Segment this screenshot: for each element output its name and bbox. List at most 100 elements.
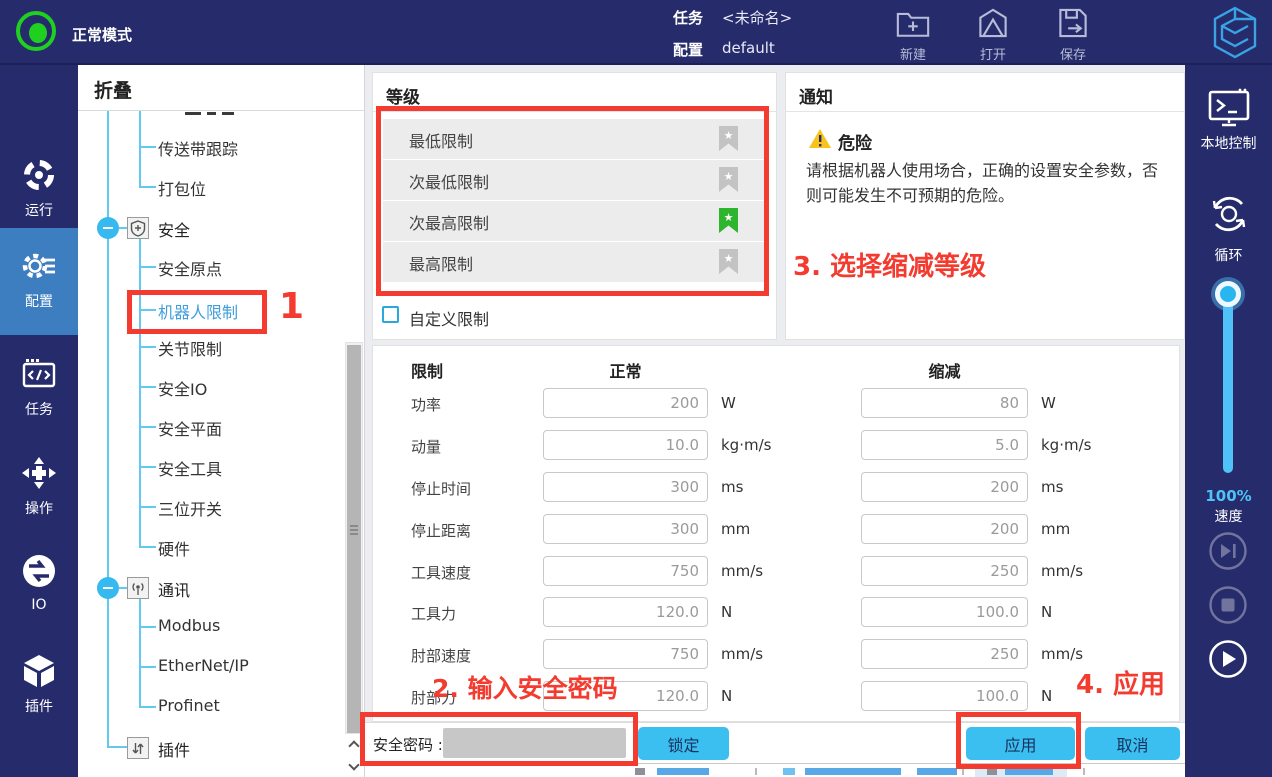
custom-limit-checkbox[interactable] [382, 306, 399, 323]
local-control-icon[interactable] [1207, 87, 1251, 133]
tree-item-three-position-switch[interactable]: 三位开关 [158, 496, 222, 520]
divider [78, 110, 365, 111]
power-reduced-input[interactable] [861, 388, 1028, 418]
level-option-second-lowest[interactable]: 次最低限制 ★ [383, 160, 766, 200]
bottom-action-bar: 安全密码 : 锁定 应用 取消 [365, 722, 1185, 763]
nav-item-task[interactable]: 任务 [0, 356, 78, 419]
col-header-normal: 正常 [543, 358, 708, 382]
bookmark-star-icon: ★ [719, 167, 738, 192]
bookmark-star-icon: ★ [719, 126, 738, 151]
tree-connector [107, 111, 109, 748]
warning-title: 危险 [838, 129, 872, 154]
cancel-button[interactable]: 取消 [1085, 727, 1180, 760]
open-button[interactable]: 打开 [961, 6, 1025, 63]
nav-item-config[interactable]: 配置 [0, 248, 78, 311]
tree-item-plugin[interactable]: 插件 [158, 737, 190, 761]
safety-password-input[interactable] [443, 728, 626, 758]
top-bar: 正常模式 任务 <未命名> 配置 default 新建 打开 保存 [0, 0, 1272, 65]
left-nav: 运行 配置 任务 操作 IO [0, 65, 78, 777]
new-button[interactable]: 新建 [881, 6, 945, 63]
tree-item-safety-tool[interactable]: 安全工具 [158, 456, 222, 480]
nav-item-io[interactable]: IO [0, 552, 78, 613]
status-strip [365, 763, 1185, 777]
tree-item-safety[interactable]: 安全 [158, 217, 190, 241]
tree-item-joint-limits[interactable]: 关节限制 [158, 336, 222, 360]
clipped-tree-item [185, 112, 201, 115]
lock-button[interactable]: 锁定 [638, 727, 729, 760]
tree-item-safety-home[interactable]: 安全原点 [158, 256, 222, 280]
tree-item-hardware[interactable]: 硬件 [158, 536, 190, 560]
power-normal-input[interactable] [543, 388, 708, 418]
tool-force-normal-input[interactable] [543, 597, 708, 627]
annotation-step2: 2. 输入安全密码 [432, 669, 618, 705]
tree-connector [139, 599, 141, 708]
password-label: 安全密码 : [373, 734, 443, 755]
tool-force-reduced-input[interactable] [861, 597, 1028, 627]
cube-icon [20, 674, 58, 693]
stop-time-reduced-input[interactable] [861, 472, 1028, 502]
level-option-second-highest[interactable]: 次最高限制 ★ [383, 201, 766, 241]
task-value: <未命名> [722, 7, 792, 28]
tree-item-modbus[interactable]: Modbus [158, 616, 220, 635]
tool-speed-normal-input[interactable] [543, 556, 708, 586]
brand-logo-icon [1210, 5, 1260, 64]
tree-item-conveyor-tracking[interactable]: 传送带跟踪 [158, 136, 238, 160]
col-header-limit: 限制 [411, 358, 443, 382]
momentum-reduced-input[interactable] [861, 430, 1028, 460]
nav-item-operate[interactable]: 操作 [0, 455, 78, 518]
status-fragment [805, 768, 901, 775]
save-button[interactable]: 保存 [1041, 6, 1105, 63]
app-window: 正常模式 任务 <未命名> 配置 default 新建 打开 保存 [0, 0, 1272, 777]
mode-label: 正常模式 [72, 24, 132, 45]
status-fragment [635, 768, 645, 775]
tree-item-communication[interactable]: 通讯 [158, 577, 190, 601]
scroll-up-button[interactable] [348, 739, 361, 752]
apply-button[interactable]: 应用 [966, 727, 1075, 760]
tool-speed-reduced-input[interactable] [861, 556, 1028, 586]
tree-collapse-toggle-safety[interactable] [97, 217, 119, 239]
speed-slider-track[interactable] [1223, 290, 1233, 473]
code-screen-icon [20, 377, 58, 396]
tree-item-ethernet-ip[interactable]: EtherNet/IP [158, 656, 249, 675]
tree-item-safety-io[interactable]: 安全IO [158, 376, 207, 400]
tree-item-robot-limits[interactable]: 机器人限制 [158, 299, 238, 323]
level-option-highest[interactable]: 最高限制 ★ [383, 242, 766, 282]
step-button[interactable] [1208, 531, 1248, 571]
stop-distance-normal-input[interactable] [543, 514, 708, 544]
io-sync-icon [20, 575, 58, 594]
annotation-step4: 4. 应用 [1076, 664, 1165, 701]
stop-distance-reduced-input[interactable] [861, 514, 1028, 544]
speed-slider-thumb[interactable] [1215, 281, 1241, 307]
limit-row-tool-speed: 工具速度 mm/s mm/s [373, 556, 1181, 586]
loop-icon[interactable] [1206, 191, 1252, 241]
level-option-lowest[interactable]: 最低限制 ★ [383, 119, 766, 159]
limit-row-stop-time: 停止时间 ms ms [373, 472, 1181, 502]
elbow-speed-normal-input[interactable] [543, 639, 708, 669]
open-file-icon [975, 6, 1011, 43]
nav-item-run[interactable]: 运行 [0, 157, 78, 220]
collapse-header[interactable]: 折叠 [94, 76, 132, 103]
nav-item-plugin[interactable]: 插件 [0, 653, 78, 716]
tree-connector [139, 111, 141, 187]
tree-item-pack-position[interactable]: 打包位 [158, 176, 206, 200]
mode-indicator-icon [16, 11, 56, 51]
warning-triangle-icon [808, 128, 832, 149]
bookmark-star-icon: ★ [719, 249, 738, 274]
notice-panel-title: 通知 [799, 83, 833, 108]
elbow-speed-reduced-input[interactable] [861, 639, 1028, 669]
tree-scrollbar-thumb[interactable] [347, 345, 361, 733]
tree-item-safety-plane[interactable]: 安全平面 [158, 416, 222, 440]
plugin-arrows-icon [127, 737, 149, 759]
annotation-step3: 3. 选择缩减等级 [793, 246, 986, 283]
stop-time-normal-input[interactable] [543, 472, 708, 502]
stop-button[interactable] [1208, 585, 1248, 625]
scroll-down-button[interactable] [348, 761, 361, 774]
limit-row-stop-distance: 停止距离 mm mm [373, 514, 1181, 544]
move-arrows-icon [20, 476, 58, 495]
tree-collapse-toggle-comm[interactable] [97, 577, 119, 599]
play-button[interactable] [1208, 639, 1248, 679]
elbow-force-reduced-input[interactable] [861, 681, 1028, 711]
tree-item-profinet[interactable]: Profinet [158, 696, 220, 715]
momentum-normal-input[interactable] [543, 430, 708, 460]
notice-panel: 通知 危险 请根据机器人使用场合，正确的设置安全参数，否则可能发生不可预期的危险… [785, 72, 1185, 340]
